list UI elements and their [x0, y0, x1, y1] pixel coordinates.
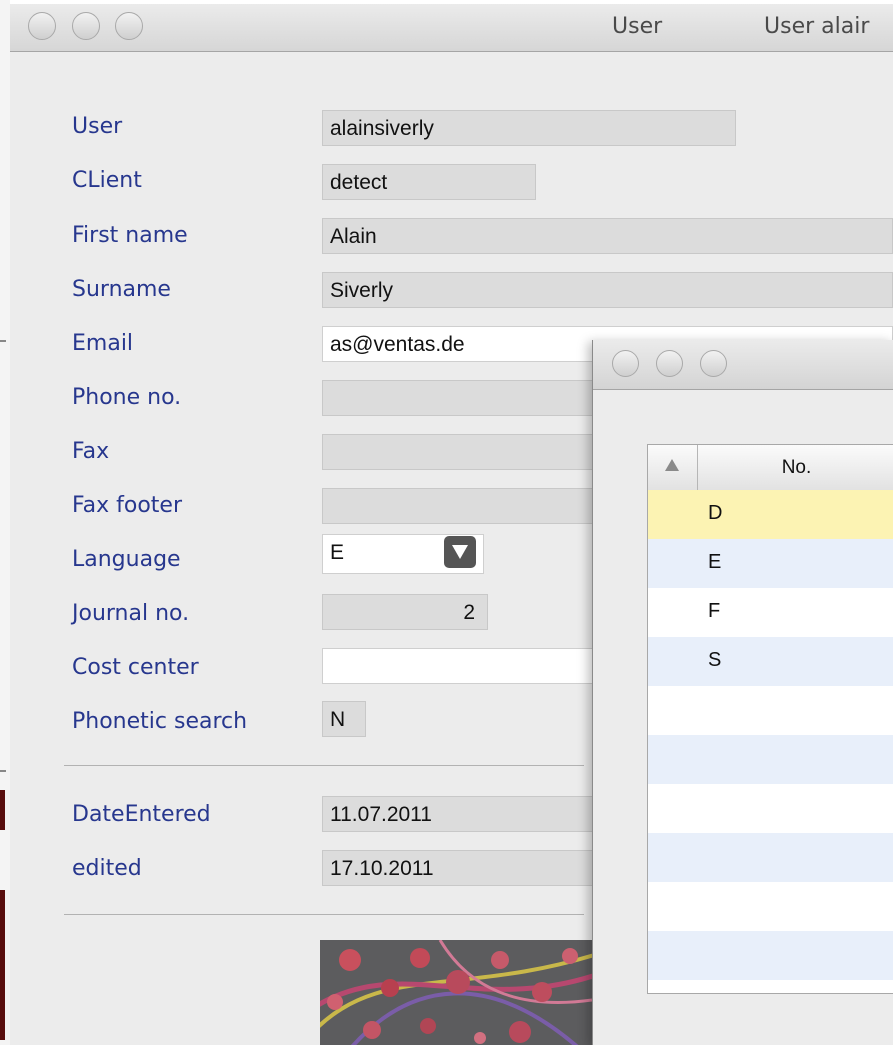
- row-value: S: [708, 649, 722, 671]
- dropdown-arrow-icon: [452, 545, 468, 559]
- close-button[interactable]: [28, 12, 56, 40]
- table-row: [648, 735, 893, 784]
- journal-no-field[interactable]: 2: [322, 594, 488, 630]
- table-row: [648, 833, 893, 882]
- window-title-left: User: [612, 14, 663, 39]
- language-dropdown-button[interactable]: [444, 536, 476, 568]
- table-header: No.: [648, 445, 893, 491]
- label-client: CLient: [72, 168, 142, 193]
- label-language: Language: [72, 547, 181, 572]
- column-header-no[interactable]: No.: [698, 445, 893, 490]
- table-row: [648, 686, 893, 735]
- popup-title-bar[interactable]: [593, 340, 893, 390]
- label-date-entered: DateEntered: [72, 802, 211, 827]
- label-phone: Phone no.: [72, 385, 182, 410]
- language-picker-window: No. D E F S: [592, 340, 893, 1045]
- phonetic-search-field[interactable]: N: [322, 701, 366, 737]
- row-value: E: [708, 551, 722, 573]
- popup-close-button[interactable]: [612, 350, 639, 377]
- table-row: [648, 784, 893, 833]
- edge-mark: [0, 890, 5, 1040]
- table-row[interactable]: F: [648, 588, 893, 637]
- table-row: [648, 931, 893, 980]
- user-field[interactable]: alainsiverly: [322, 110, 736, 146]
- label-fax-footer: Fax footer: [72, 493, 182, 518]
- separator: [64, 914, 584, 915]
- label-surname: Surname: [72, 277, 171, 302]
- zoom-button[interactable]: [115, 12, 143, 40]
- surname-field[interactable]: Siverly: [322, 272, 893, 308]
- language-table: No. D E F S: [647, 444, 893, 994]
- sort-column-header[interactable]: [648, 445, 698, 490]
- table-row: [648, 882, 893, 931]
- title-bar[interactable]: User User alair: [10, 4, 893, 52]
- label-cost-center: Cost center: [72, 655, 199, 680]
- label-first-name: First name: [72, 223, 188, 248]
- user-picture: [320, 940, 592, 1045]
- label-edited: edited: [72, 856, 142, 881]
- row-value: F: [708, 600, 721, 622]
- popup-zoom-button[interactable]: [700, 350, 727, 377]
- label-phonetic-search: Phonetic search: [72, 709, 248, 734]
- label-email: Email: [72, 331, 134, 356]
- label-fax: Fax: [72, 439, 110, 464]
- row-value: D: [708, 502, 723, 524]
- popup-minimize-button[interactable]: [656, 350, 683, 377]
- table-row[interactable]: S: [648, 637, 893, 686]
- edge-mark: [0, 790, 5, 830]
- first-name-field[interactable]: Alain: [322, 218, 893, 254]
- background-window-edge: [0, 0, 10, 1045]
- label-user: User: [72, 114, 123, 139]
- sort-ascending-icon: [665, 459, 679, 471]
- table-row-selected[interactable]: D: [648, 490, 893, 539]
- minimize-button[interactable]: [72, 12, 100, 40]
- separator: [64, 765, 584, 766]
- label-journal-no: Journal no.: [72, 601, 190, 626]
- edge-mark: [0, 770, 6, 772]
- table-row[interactable]: E: [648, 539, 893, 588]
- window-title-right: User alair: [764, 14, 870, 39]
- client-field[interactable]: detect: [322, 164, 536, 200]
- edge-mark: [0, 340, 6, 342]
